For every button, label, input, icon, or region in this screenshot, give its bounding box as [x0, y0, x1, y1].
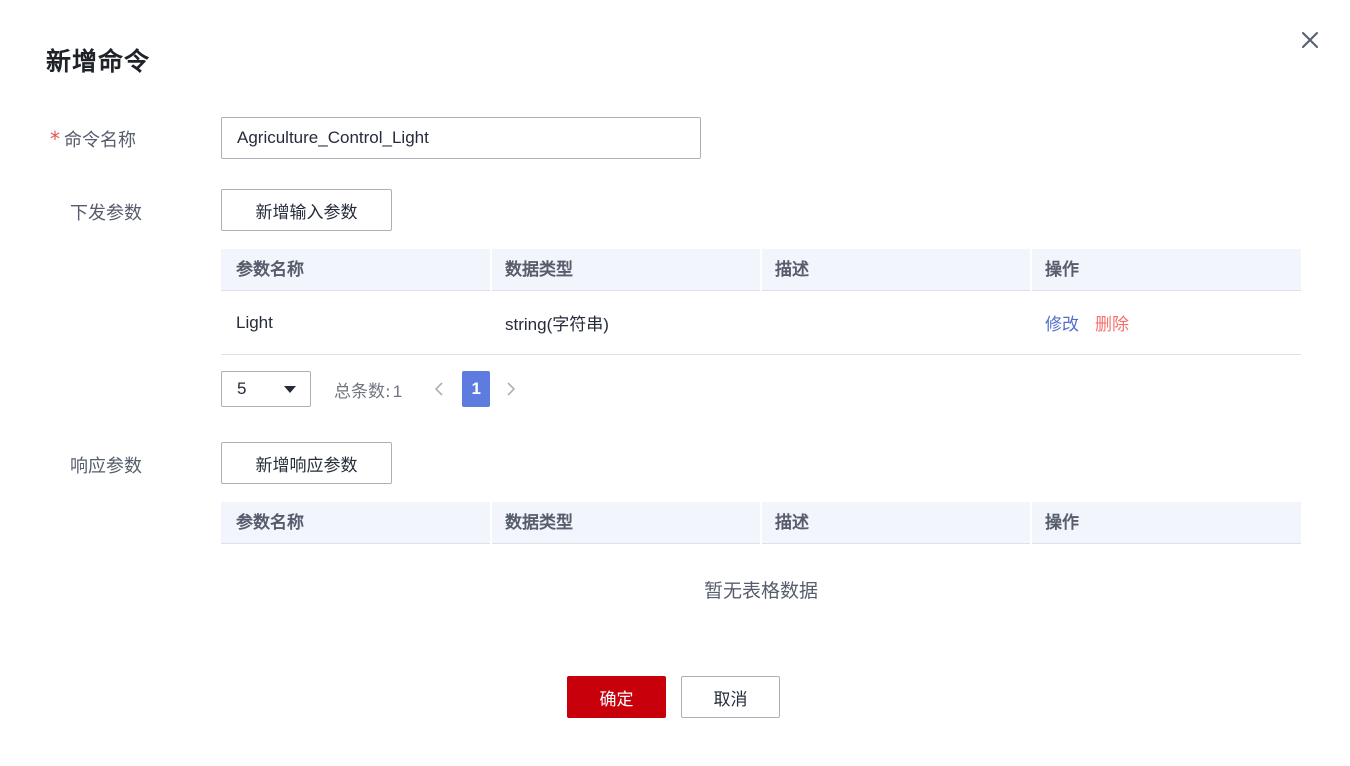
close-icon[interactable]: [1298, 28, 1322, 52]
input-params-label: 下发参数: [70, 203, 142, 224]
chevron-left-icon[interactable]: [429, 379, 449, 399]
table-row: Light string(字符串) 修改 删除: [221, 291, 1301, 355]
command-name-label: * 命令名称: [50, 126, 136, 152]
command-name-input[interactable]: [221, 117, 701, 159]
column-header-actions: 操作: [1030, 502, 1301, 544]
column-header-description: 描述: [760, 249, 1030, 291]
input-params-table: 参数名称 数据类型 描述 操作 Light string(字符串) 修改 删除: [221, 249, 1301, 355]
table-header: 参数名称 数据类型 描述 操作: [221, 502, 1301, 544]
total-label: 总条数:: [334, 381, 391, 402]
command-name-label-text: 命令名称: [64, 130, 136, 151]
table-header: 参数名称 数据类型 描述 操作: [221, 249, 1301, 291]
column-header-param-name: 参数名称: [236, 513, 304, 533]
dialog-title: 新增命令: [46, 47, 151, 76]
add-command-dialog: 新增命令 *命令名称 下发参数 新增输入参数 参数名称 数据类型 描述 操作 L…: [0, 0, 1350, 766]
column-header-param-name: 参数名称: [236, 260, 304, 280]
empty-table-message: 暂无表格数据: [703, 579, 818, 602]
param-name-cell: Light: [236, 312, 273, 332]
actions-cell: 修改 删除: [1030, 310, 1301, 335]
chevron-right-icon[interactable]: [501, 379, 521, 399]
add-input-param-button[interactable]: 新增输入参数: [221, 189, 392, 231]
response-params-table: 参数名称 数据类型 描述 操作 暂无表格数据: [221, 502, 1301, 634]
page-number-button[interactable]: 1: [462, 371, 491, 407]
column-header-data-type: 数据类型: [490, 249, 760, 291]
total-value: 1: [392, 381, 403, 401]
required-mark: *: [50, 127, 60, 151]
delete-link[interactable]: 删除: [1095, 310, 1129, 335]
column-header-actions: 操作: [1030, 249, 1301, 291]
cancel-button[interactable]: 取消: [681, 676, 780, 718]
pagination: 5 总条数: 1 1: [221, 371, 521, 407]
column-header-data-type: 数据类型: [490, 502, 760, 544]
page-size-select[interactable]: 5: [221, 371, 311, 407]
total-count: 总条数: 1: [334, 377, 402, 402]
response-params-label: 响应参数: [70, 456, 142, 477]
add-response-param-button[interactable]: 新增响应参数: [221, 442, 392, 484]
edit-link[interactable]: 修改: [1045, 310, 1079, 335]
data-type-cell: string(字符串): [505, 315, 609, 334]
column-header-description: 描述: [760, 502, 1030, 544]
page-size-value: 5: [237, 379, 247, 398]
confirm-button[interactable]: 确定: [567, 676, 666, 718]
caret-down-icon: [284, 385, 296, 393]
